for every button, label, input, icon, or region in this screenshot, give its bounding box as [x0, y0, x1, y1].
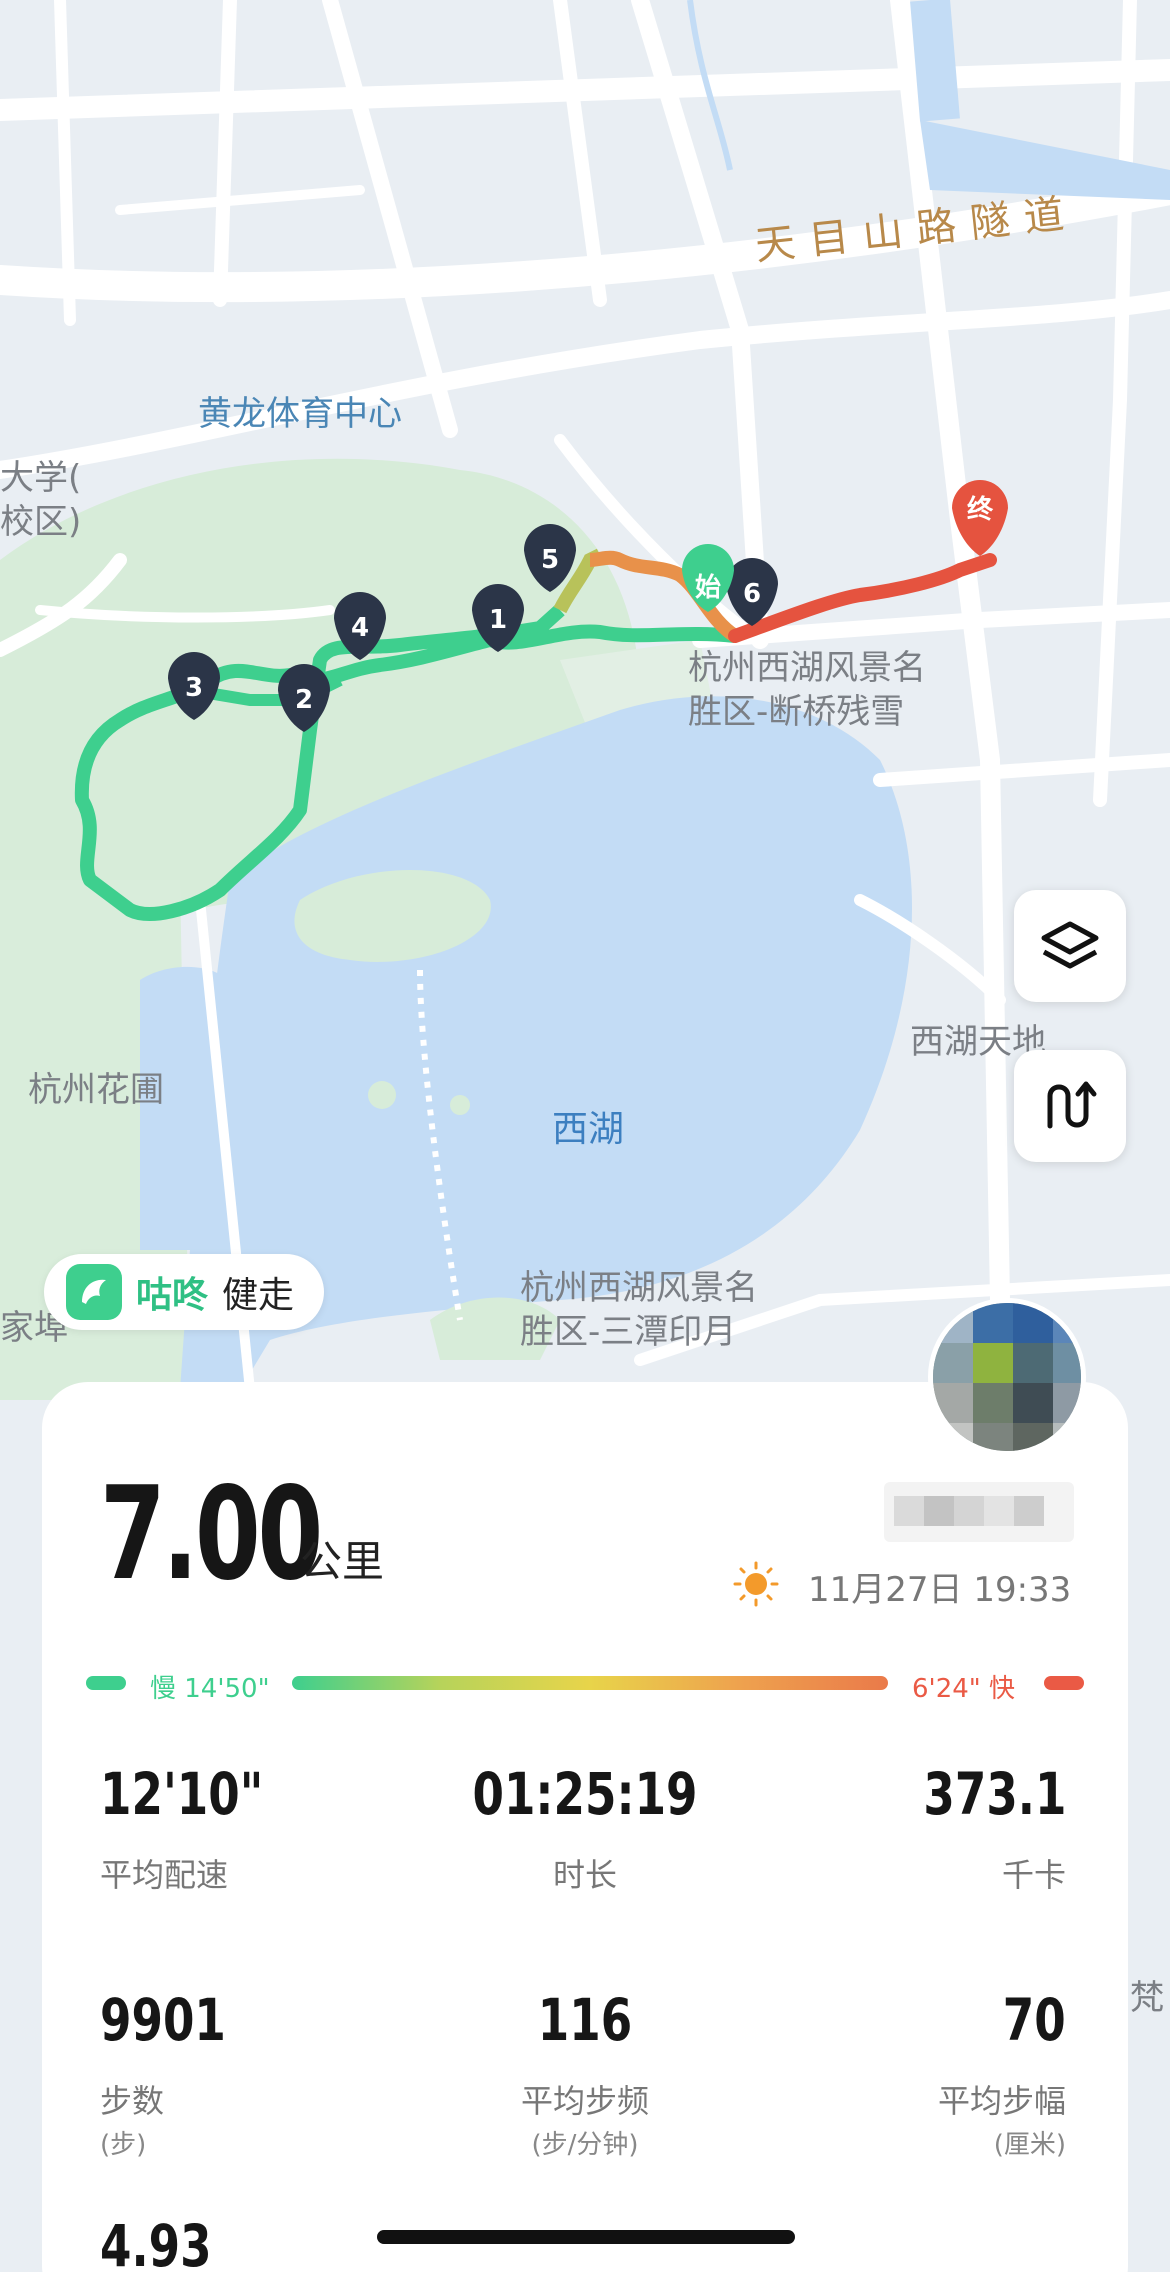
sun-icon: [733, 1561, 779, 1607]
stride-unit: (厘米): [993, 2130, 1066, 2160]
duration-value: 01:25:19: [472, 1760, 698, 1828]
svg-text:始: 始: [695, 573, 721, 603]
poi-santan: 杭州西湖风景名 胜区-三潭印月: [520, 1268, 758, 1352]
pace-gradient-bar: [292, 1676, 888, 1690]
extra-stat-value: 4.93: [100, 2212, 212, 2272]
stride-value: 70: [1003, 1986, 1066, 2054]
route-replay-button[interactable]: [1014, 1050, 1126, 1162]
calories-label: 千卡: [1001, 1856, 1066, 1894]
activity-datetime: 11月27日 19:33: [808, 1570, 1072, 1610]
cadence-unit: (步/分钟): [531, 2130, 639, 2160]
cadence-value: 116: [537, 1986, 633, 2054]
sport-type: 健走: [222, 1275, 295, 1316]
username-blurred: [884, 1482, 1074, 1542]
poi-huapu: 杭州花圃: [28, 1070, 164, 1110]
svg-text:4: 4: [351, 613, 369, 643]
calories-value: 373.1: [922, 1760, 1066, 1828]
poi-fan: 梵: [1130, 1978, 1164, 2018]
steps-label: 步数: [100, 2082, 165, 2120]
home-indicator[interactable]: [377, 2230, 795, 2244]
distance-unit: 公里: [300, 1537, 385, 1586]
avatar[interactable]: [928, 1298, 1086, 1456]
duration-label: 时长: [552, 1856, 618, 1894]
avg-pace-label: 平均配速: [100, 1856, 229, 1894]
layers-button[interactable]: [1014, 890, 1126, 1002]
steps-value: 9901: [100, 1986, 226, 2054]
lake-label: 西湖: [552, 1109, 625, 1150]
poi-university: 大学( 校区): [0, 458, 82, 542]
svg-text:终: 终: [967, 494, 994, 525]
steps-unit: (步): [100, 2130, 147, 2160]
pace-slow-swatch: [86, 1676, 126, 1690]
pace-fast-label: 6'24" 快: [912, 1674, 1015, 1704]
svg-text:1: 1: [489, 605, 507, 635]
poi-huanglong: 黄龙体育中心: [198, 394, 402, 434]
layers-icon: [1041, 921, 1099, 969]
stride-label: 平均步幅: [937, 2082, 1066, 2120]
app-brand-chip: 咕咚 健走: [44, 1254, 325, 1330]
svg-text:3: 3: [185, 673, 203, 703]
avg-pace-value: 12'10": [100, 1760, 264, 1828]
poi-duanqiao: 杭州西湖风景名 胜区-断桥残雪: [688, 648, 926, 732]
pace-slow-label: 慢 14'50": [150, 1674, 270, 1704]
app-logo-icon: [66, 1264, 122, 1320]
route-icon: [1047, 1081, 1097, 1129]
pace-fast-swatch: [1044, 1676, 1084, 1690]
svg-text:2: 2: [295, 685, 313, 715]
cadence-label: 平均步频: [520, 2082, 650, 2120]
svg-text:6: 6: [743, 579, 761, 609]
svg-text:5: 5: [541, 545, 559, 575]
brand-name: 咕咚: [136, 1275, 209, 1316]
distance-value: 7.00: [100, 1460, 323, 1609]
